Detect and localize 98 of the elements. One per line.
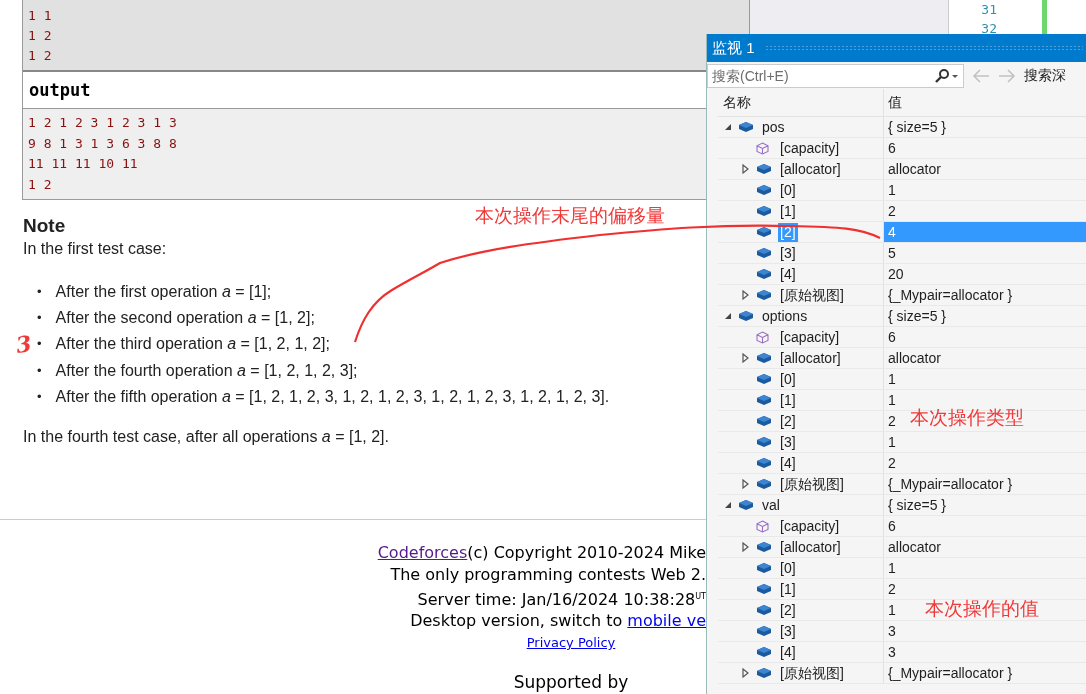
variable-value: 5	[883, 243, 1086, 263]
variable-value: allocator	[883, 348, 1086, 368]
output-line: 11 11 11 10 11	[28, 155, 138, 173]
collapsed-arrow-icon[interactable]	[742, 668, 749, 678]
note-item: After the first operation a = [1];	[55, 282, 272, 303]
variable-name[interactable]: [2]	[778, 600, 798, 620]
variable-value: 4	[883, 222, 1086, 242]
variable-name[interactable]: [4]	[778, 264, 798, 284]
annotation-text: 本次操作类型	[910, 407, 1024, 430]
note-item: After the third operation a = [1, 2, 1, 2];	[55, 334, 330, 355]
variable-value: {_Mypair=allocator }	[883, 285, 1086, 305]
variable-value: 6	[883, 516, 1086, 536]
variable-value: 6	[883, 138, 1086, 158]
expanded-arrow-icon[interactable]	[724, 312, 732, 320]
variable-name[interactable]: [capacity]	[778, 516, 842, 536]
variable-name[interactable]: [capacity]	[778, 327, 842, 347]
bullet: •	[37, 283, 42, 302]
note-item: After the fourth operation a = [1, 2, 1, 2, 3];	[55, 360, 358, 381]
variable-name[interactable]: pos	[760, 117, 787, 137]
variable-name[interactable]: [2]	[778, 411, 798, 431]
bullet: •	[37, 335, 42, 354]
bullet: •	[37, 309, 42, 328]
variable-value: 1	[883, 180, 1086, 200]
variable-name[interactable]: [3]	[778, 621, 798, 641]
bullet: •	[37, 361, 42, 380]
variable-name[interactable]: [capacity]	[778, 138, 842, 158]
variable-name[interactable]: [0]	[778, 180, 798, 200]
variable-value: 1	[883, 432, 1086, 452]
site-link[interactable]: Codeforces	[377, 542, 468, 562]
collapsed-arrow-icon[interactable]	[742, 542, 749, 552]
window-title: 监视 1	[712, 38, 755, 58]
variable-name[interactable]: [3]	[778, 243, 798, 263]
variable-value: 2	[883, 579, 1086, 599]
note-text: In the fourth test case, after all operations a = [1, 2].	[23, 426, 389, 447]
output-line: 1 2	[28, 175, 52, 194]
variable-name[interactable]: [allocator]	[778, 159, 843, 179]
variable-value: { size=5 }	[883, 306, 1086, 326]
variable-value: 2	[883, 201, 1086, 221]
expanded-arrow-icon[interactable]	[724, 501, 732, 509]
annotation-text: 本次操作末尾的偏移量	[475, 205, 665, 228]
expanded-arrow-icon[interactable]	[724, 123, 732, 131]
variable-value: {_Mypair=allocator }	[883, 474, 1086, 494]
variable-name[interactable]: [0]	[778, 558, 798, 578]
note-text: In the first test case:	[23, 239, 167, 259]
variable-name[interactable]: [1]	[778, 201, 798, 221]
bullet: •	[37, 387, 42, 406]
line-number: 31	[980, 1, 997, 19]
line-number: 32	[980, 20, 997, 38]
variable-name[interactable]: val	[760, 495, 782, 515]
variable-name[interactable]: [原始视图]	[778, 285, 846, 305]
annotation-text: 本次操作的值	[925, 598, 1039, 621]
variable-value: {_Mypair=allocator }	[883, 663, 1086, 683]
desktop-text: Desktop version, switch to	[410, 611, 623, 631]
variable-name[interactable]: [1]	[778, 579, 798, 599]
input-line: 1 1	[28, 7, 52, 25]
input-line: 1 2	[28, 47, 52, 65]
search-depth-label: 搜索深	[1024, 66, 1066, 85]
output-line: 1 2 1 2 3 1 2 3 1 3	[28, 114, 177, 132]
variable-value: 1	[883, 369, 1086, 389]
variable-value: 3	[883, 621, 1086, 641]
variable-name[interactable]: [原始视图]	[778, 474, 846, 494]
variable-value: 2	[883, 453, 1086, 473]
column-header: 名称	[723, 93, 751, 110]
variable-value: { size=5 }	[883, 117, 1086, 137]
tagline-text: The only programming contests Web 2.	[390, 564, 706, 584]
variable-name[interactable]: [allocator]	[778, 348, 843, 368]
server-time: Server time: Jan/16/2024 10:38:28$^{UT}$	[417, 589, 706, 609]
privacy-link[interactable]: Privacy Policy	[526, 635, 616, 651]
annotation-text: 3	[14, 330, 34, 359]
variable-value: 3	[883, 642, 1086, 662]
note-title: Note	[23, 214, 66, 238]
note-item: After the fifth operation a = [1, 2, 1, 2, 3, 1, 2, 1, 2, 3, 1, 2, 1, 2, 3, 1, 2, 1, 2, 3].	[55, 386, 610, 407]
supported-text: Supported by	[513, 672, 629, 693]
collapsed-arrow-icon[interactable]	[742, 479, 749, 489]
variable-name[interactable]: options	[760, 306, 810, 326]
variable-name[interactable]: [1]	[778, 390, 798, 410]
variable-name[interactable]: [0]	[778, 369, 798, 389]
variable-value: allocator	[883, 159, 1086, 179]
variable-value: 20	[883, 264, 1086, 284]
mobile-link[interactable]: mobile ve	[627, 611, 706, 631]
variable-value: { size=5 }	[883, 495, 1086, 515]
input-line: 1 2	[28, 27, 52, 45]
collapsed-arrow-icon[interactable]	[742, 164, 749, 174]
collapsed-arrow-icon[interactable]	[742, 353, 749, 363]
output-title: output	[29, 80, 91, 100]
output-line: 9 8 1 3 1 3 6 3 8 8	[28, 134, 177, 153]
variable-value: 1	[883, 558, 1086, 578]
variable-name[interactable]: [4]	[778, 453, 798, 473]
note-item: After the second operation a = [1, 2];	[55, 308, 315, 329]
variable-name[interactable]: [3]	[778, 432, 798, 452]
variable-value: allocator	[883, 537, 1086, 557]
variable-name[interactable]: [原始视图]	[778, 663, 846, 683]
copyright-text: (c) Copyright 2010-2024 Mike	[467, 542, 706, 562]
variable-value: 6	[883, 327, 1086, 347]
variable-name[interactable]: [4]	[778, 642, 798, 662]
collapsed-arrow-icon[interactable]	[742, 290, 749, 300]
variable-name[interactable]: [allocator]	[778, 537, 843, 557]
column-header: 值	[888, 93, 902, 112]
